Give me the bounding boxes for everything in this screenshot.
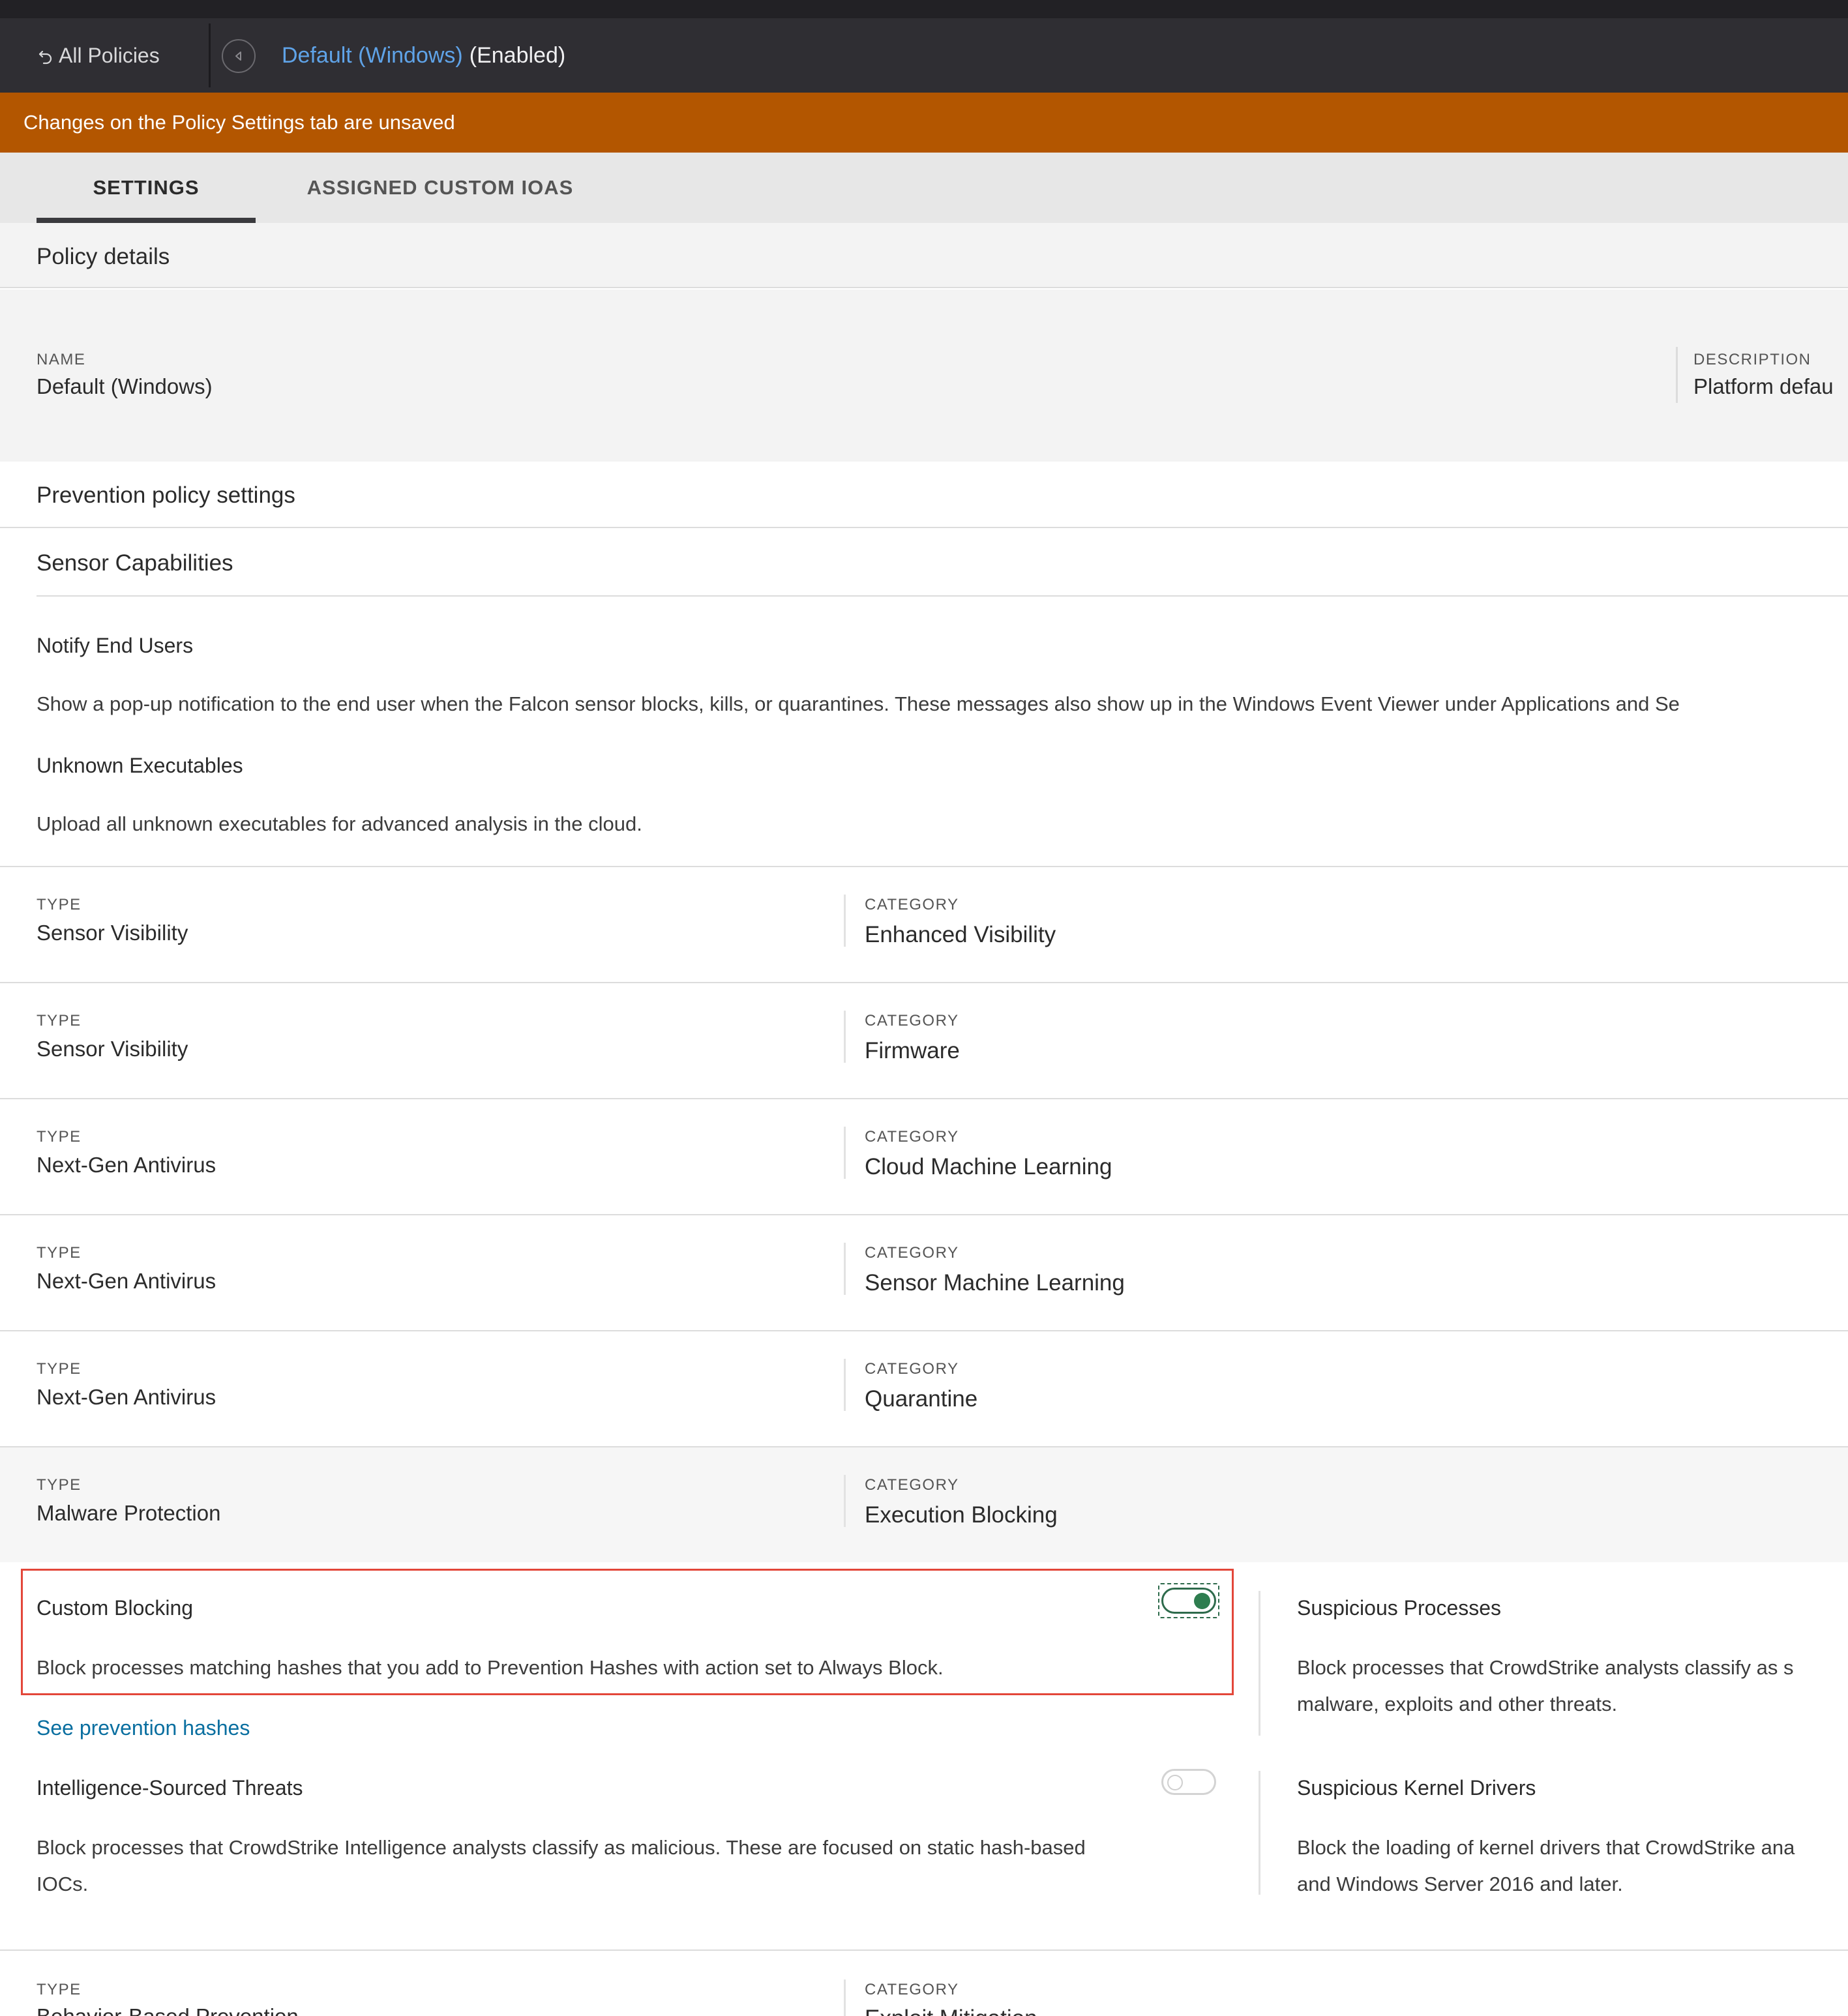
unsaved-changes-banner: Changes on the Policy Settings tab are u… — [0, 93, 1848, 153]
row-type-label: TYPE — [37, 1128, 82, 1146]
row-divider — [844, 1127, 846, 1179]
row-type-value: Next-Gen Antivirus — [37, 1153, 216, 1177]
row-category-label: CATEGORY — [865, 1128, 959, 1146]
row-category-label: CATEGORY — [865, 1476, 959, 1494]
toggle-knob — [1194, 1593, 1210, 1609]
policy-name-link[interactable]: Default (Windows) — [282, 43, 463, 68]
row-category-label: CATEGORY — [865, 1012, 959, 1030]
divider — [0, 1098, 1848, 1099]
notify-end-users-title: Notify End Users — [37, 634, 194, 657]
divider — [0, 866, 1848, 867]
row-type-label: TYPE — [37, 1012, 82, 1030]
row-type-value: Next-Gen Antivirus — [37, 1385, 216, 1409]
divider — [0, 527, 1848, 528]
policy-details-panel — [0, 289, 1848, 462]
row-type-label: TYPE — [37, 1360, 82, 1378]
name-value: Default (Windows) — [37, 374, 213, 398]
tab-assigned-custom-ioas-label: ASSIGNED CUSTOM IOAS — [306, 176, 574, 199]
suspicious-kernel-drivers-description-line2: and Windows Server 2016 and later. — [1297, 1873, 1623, 1895]
column-divider — [1259, 1591, 1260, 1736]
toggle-knob — [1167, 1775, 1183, 1790]
divider — [0, 1330, 1848, 1331]
row-type-value: Sensor Visibility — [37, 921, 188, 945]
divider — [0, 1214, 1848, 1215]
custom-blocking-title: Custom Blocking — [37, 1596, 194, 1620]
row-category-value[interactable]: Cloud Machine Learning — [865, 1154, 1112, 1180]
row-type-value: Sensor Visibility — [37, 1037, 188, 1061]
custom-blocking-description: Block processes matching hashes that you… — [37, 1656, 944, 1679]
all-policies-link[interactable]: All Policies — [37, 18, 160, 93]
suspicious-processes-title: Suspicious Processes — [1297, 1596, 1502, 1620]
row-category-value[interactable]: Sensor Machine Learning — [865, 1270, 1125, 1296]
suspicious-processes-description-line2: malware, exploits and other threats. — [1297, 1693, 1618, 1715]
row-type-label: TYPE — [37, 1476, 82, 1494]
banner-text: Changes on the Policy Settings tab are u… — [23, 111, 455, 134]
row-divider — [844, 1979, 846, 2016]
see-prevention-hashes-link[interactable]: See prevention hashes — [37, 1716, 250, 1740]
row-category-label: CATEGORY — [865, 896, 959, 913]
divider — [0, 982, 1848, 983]
row-category-label: CATEGORY — [865, 1360, 959, 1378]
row-divider — [844, 895, 846, 947]
row-category-value[interactable]: Exploit Mitigation — [865, 2006, 1037, 2016]
prevention-settings-title: Prevention policy settings — [37, 482, 295, 508]
circle-left-arrow-icon — [235, 52, 241, 61]
intel-threats-toggle[interactable] — [1161, 1769, 1216, 1795]
column-divider — [1259, 1771, 1260, 1895]
suspicious-kernel-drivers-description-line1: Block the loading of kernel drivers that… — [1297, 1836, 1795, 1859]
row-type-label: TYPE — [37, 1981, 82, 1998]
row-type-value: Next-Gen Antivirus — [37, 1269, 216, 1293]
unknown-executables-description: Upload all unknown executables for advan… — [37, 812, 642, 835]
divider — [0, 1949, 1848, 1951]
intel-threats-title: Intelligence-Sourced Threats — [37, 1776, 303, 1800]
collapse-button[interactable] — [222, 39, 256, 73]
tab-settings[interactable]: SETTINGS — [37, 153, 256, 223]
row-divider — [844, 1243, 846, 1295]
row-type-label: TYPE — [37, 896, 82, 913]
row-type-value: Malware Protection — [37, 1501, 221, 1525]
row-category-value[interactable]: Quarantine — [865, 1386, 977, 1412]
intel-threats-description-line2: IOCs. — [37, 1873, 89, 1895]
tab-settings-label: SETTINGS — [93, 176, 200, 199]
policy-breadcrumb: Default (Windows) (Enabled) — [282, 18, 565, 93]
tab-assigned-custom-ioas[interactable]: ASSIGNED CUSTOM IOAS — [287, 153, 593, 223]
row-divider — [844, 1359, 846, 1411]
suspicious-processes-description-line1: Block processes that CrowdStrike analyst… — [1297, 1656, 1794, 1679]
unknown-executables-title: Unknown Executables — [37, 754, 243, 777]
undo-arrow-icon — [38, 50, 52, 65]
tab-bar — [0, 153, 1848, 223]
row-category-label: CATEGORY — [865, 1244, 959, 1262]
name-label: NAME — [37, 351, 86, 368]
suspicious-kernel-drivers-title: Suspicious Kernel Drivers — [1297, 1776, 1536, 1800]
header-divider — [209, 23, 211, 87]
row-category-value[interactable]: Firmware — [865, 1038, 960, 1064]
description-value: Platform defau — [1693, 374, 1834, 398]
sensor-capabilities-title: Sensor Capabilities — [37, 550, 233, 576]
policy-details-header — [0, 223, 1848, 288]
policy-header-bar — [0, 18, 1848, 93]
active-tab-indicator — [37, 218, 256, 223]
all-policies-label: All Policies — [59, 43, 160, 67]
row-category-label: CATEGORY — [865, 1981, 959, 1998]
custom-blocking-toggle[interactable] — [1161, 1588, 1216, 1614]
intel-threats-description-line1: Block processes that CrowdStrike Intelli… — [37, 1836, 1086, 1859]
divider — [37, 595, 1848, 597]
notify-end-users-description: Show a pop-up notification to the end us… — [37, 692, 1680, 715]
window-top-strip — [0, 0, 1848, 18]
row-type-value: Behavior-Based Prevention — [37, 2004, 299, 2016]
description-label: DESCRIPTION — [1693, 351, 1811, 368]
policy-state: (Enabled) — [469, 42, 566, 68]
row-divider — [844, 1475, 846, 1527]
row-category-value[interactable]: Execution Blocking — [865, 1502, 1058, 1528]
details-divider — [1676, 347, 1678, 403]
row-divider — [844, 1011, 846, 1063]
row-category-value[interactable]: Enhanced Visibility — [865, 922, 1056, 948]
policy-details-title: Policy details — [37, 244, 170, 269]
row-type-label: TYPE — [37, 1244, 82, 1262]
